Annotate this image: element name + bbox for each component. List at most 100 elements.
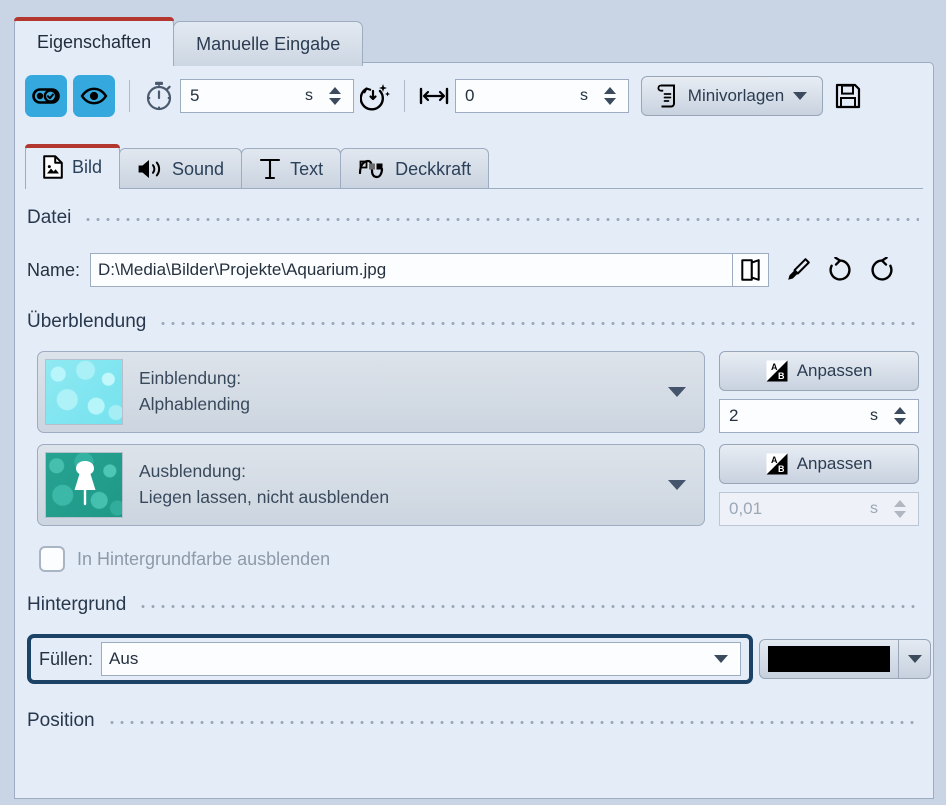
svg-text:B: B [778,464,785,474]
brush-icon [785,257,811,283]
file-name-row: Name: D:\Media\Bilder\Projekte\Aquarium.… [15,253,933,287]
tab-sound[interactable]: Sound [119,148,242,189]
duration-unit: s [305,87,323,105]
edit-image-button[interactable] [781,253,815,287]
fade-in-controls: A B Anpassen 2 s [719,351,919,433]
horizontal-span-icon [417,79,451,113]
duration-value[interactable]: 5 [181,86,305,106]
template-list-icon [657,84,679,108]
fill-row: Füllen: Aus [15,634,933,684]
section-divider [107,720,919,725]
section-hintergrund: Hintergrund [15,594,933,616]
image-file-icon [43,155,63,179]
fade-in-selector[interactable]: Einblendung: Alphablending [37,351,705,433]
stepper-down-icon[interactable] [894,418,906,425]
fade-in-value: Alphablending [139,392,250,418]
toggle-enabled-button[interactable] [25,75,67,117]
background-color-button[interactable] [759,639,899,679]
fade-out-duration-spinner[interactable]: 0,01 s [719,492,919,526]
delay-value[interactable]: 0 [456,86,580,106]
toolbar-separator-2 [404,80,405,112]
svg-text:A: A [771,362,778,372]
fade-in-row: Einblendung: Alphablending A B [15,351,933,433]
fill-highlight-group: Füllen: Aus [27,634,753,684]
fade-to-background-row[interactable]: In Hintergrundfarbe ausblenden [15,546,933,572]
fade-out-selector[interactable]: Ausblendung: Liegen lassen, nicht ausble… [37,444,705,526]
svg-text:A: A [771,455,778,465]
stepper-down-icon[interactable] [329,98,341,105]
save-disk-icon [835,83,861,109]
fade-out-value: Liegen lassen, nicht ausblenden [139,485,389,511]
delay-unit: s [580,87,598,105]
chevron-down-icon[interactable] [908,655,922,663]
stepper-up-icon[interactable] [894,500,906,507]
delay-stepper[interactable] [598,80,628,112]
fade-to-background-label: In Hintergrundfarbe ausblenden [77,549,330,570]
toolbar: 5 s [15,63,933,129]
fade-in-text: Einblendung: Alphablending [139,366,250,418]
fade-out-duration-value[interactable]: 0,01 [720,499,870,519]
tab-eigenschaften-label: Eigenschaften [37,32,151,53]
tab-bild[interactable]: Bild [25,144,120,189]
section-divider [138,604,919,609]
section-datei: Datei [15,207,933,229]
text-T-icon [259,157,281,181]
fade-out-text: Ausblendung: Liegen lassen, nicht ausble… [139,459,389,511]
fade-to-background-checkbox[interactable] [39,546,65,572]
fade-out-caption: Ausblendung: [139,459,389,485]
save-button[interactable] [831,79,865,113]
fade-in-duration-value[interactable]: 2 [720,406,870,426]
fill-label: Füllen: [39,649,93,670]
fade-in-duration-spinner[interactable]: 2 s [719,399,919,433]
fade-in-stepper[interactable] [888,400,918,432]
fade-in-thumbnail [45,359,123,425]
tab-text[interactable]: Text [241,148,341,189]
section-datei-label: Datei [27,207,71,229]
stopwatch-magic-icon[interactable] [358,79,392,113]
toolbar-separator-1 [129,80,130,112]
chevron-down-icon[interactable] [668,387,686,397]
background-color-dropdown[interactable] [899,639,931,679]
rotate-clockwise-icon [869,257,895,283]
fade-out-controls: A B Anpassen 0,01 s [719,444,919,526]
fade-out-thumbnail [45,452,123,518]
stopwatch-icon [142,79,176,113]
stepper-up-icon[interactable] [894,407,906,414]
tab-bild-label: Bild [72,157,102,178]
section-position-label: Position [27,710,95,732]
minivorlagen-button[interactable]: Minivorlagen [641,76,823,116]
properties-window: Eigenschaften Manuelle Eingabe [0,0,946,805]
fade-in-duration-unit: s [870,407,888,425]
duration-spinner[interactable]: 5 s [180,79,354,113]
fade-in-adjust-button[interactable]: A B Anpassen [719,351,919,391]
tab-deckkraft[interactable]: Deckkraft [340,148,489,189]
fade-out-adjust-button[interactable]: A B Anpassen [719,444,919,484]
section-divider [158,321,919,326]
duration-stepper[interactable] [323,80,353,112]
inner-tab-strip: Bild Sound Text [25,145,488,189]
tab-manuelle-eingabe[interactable]: Manuelle Eingabe [173,21,363,66]
stepper-down-icon[interactable] [894,511,906,518]
tab-eigenschaften[interactable]: Eigenschaften [14,17,174,66]
fill-mode-value: Aus [109,649,138,669]
delay-spinner[interactable]: 0 s [455,79,629,113]
stepper-up-icon[interactable] [329,87,341,94]
tab-sound-label: Sound [172,159,224,180]
file-path-input[interactable]: D:\Media\Bilder\Projekte\Aquarium.jpg [90,253,733,287]
section-ueberblendung: Überblendung [15,311,933,333]
speaker-icon [137,158,163,180]
fill-mode-dropdown[interactable]: Aus [101,642,741,676]
tab-text-label: Text [290,159,323,180]
browse-file-button[interactable] [733,253,769,287]
fade-out-stepper[interactable] [888,493,918,525]
background-color-picker[interactable] [759,639,931,679]
stepper-up-icon[interactable] [604,87,616,94]
chevron-down-icon[interactable] [714,655,728,663]
rotate-left-button[interactable] [823,253,857,287]
section-divider [83,217,919,222]
chevron-down-icon[interactable] [793,92,807,100]
toggle-visible-button[interactable] [73,75,115,117]
stepper-down-icon[interactable] [604,98,616,105]
chevron-down-icon[interactable] [668,480,686,490]
rotate-right-button[interactable] [865,253,899,287]
